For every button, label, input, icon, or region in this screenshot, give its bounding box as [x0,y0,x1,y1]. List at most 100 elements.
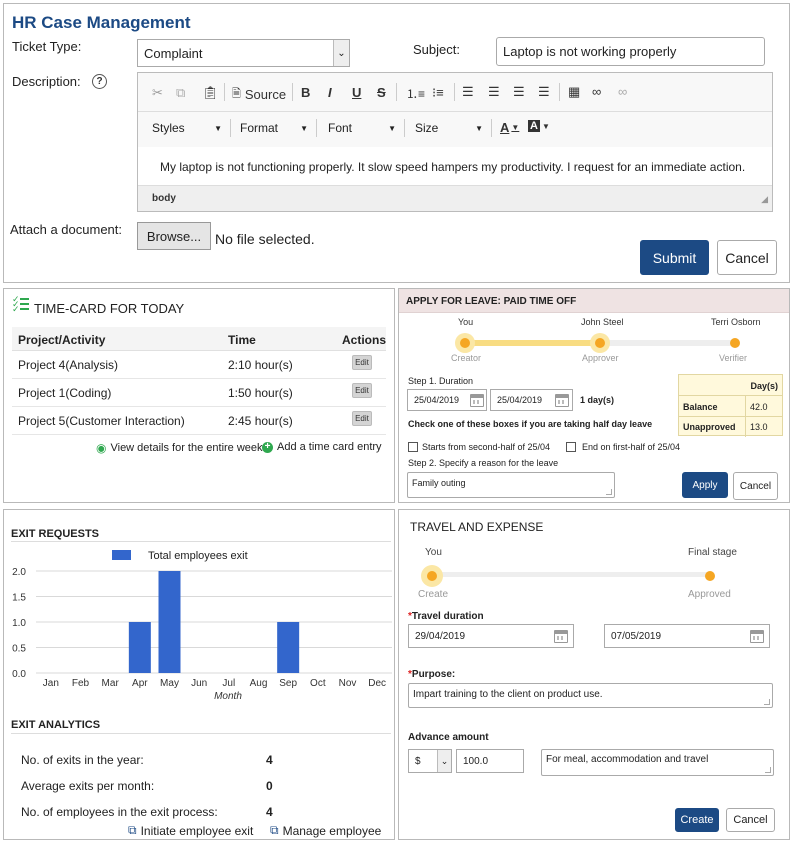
travel-title: TRAVEL AND EXPENSE [410,520,544,534]
paste-icon[interactable]: 📋︎ [202,85,219,101]
leave-to-input[interactable]: 25/04/2019 [490,389,573,411]
create-button[interactable]: Create [675,808,719,832]
purpose-textarea[interactable]: Impart training to the client on product… [408,683,773,708]
leave-cancel-button[interactable]: Cancel [733,472,778,500]
apply-button[interactable]: Apply [682,472,728,498]
timecard-header: Project/Activity Time Actions [12,327,386,351]
workflow-progress [465,340,600,346]
plus-circle-icon: + [262,441,273,453]
first-half-checkbox[interactable] [566,442,576,452]
reason-textarea[interactable]: Family outing [407,472,615,498]
step-dot [595,338,605,348]
currency-select[interactable]: $ ⌄ [408,749,452,773]
x-tick-label: Oct [310,678,326,689]
format-dropdown[interactable]: Format ▼ [240,121,308,135]
second-half-checkbox[interactable] [408,442,418,452]
unlink-icon[interactable]: ∞ [618,84,627,99]
strikethrough-icon[interactable]: S [377,85,386,100]
edit-button[interactable]: Edit [352,383,372,398]
x-tick-label: May [160,678,179,689]
step-role: Approver [582,353,619,363]
leave-from-input[interactable]: 25/04/2019 [407,389,487,411]
bullet-list-icon[interactable]: ⁝≡ [432,85,444,101]
submit-button[interactable]: Submit [640,240,709,275]
hr-case-panel: HR Case Management Ticket Type: Complain… [3,3,790,283]
step-role: Verifier [719,353,748,363]
leave-header: APPLY FOR LEAVE: PAID TIME OFF [399,289,789,313]
resize-handle-icon[interactable]: ◢ [761,194,768,205]
duration-label-text: Travel duration [411,611,484,622]
caret-icon: ▼ [388,123,396,133]
x-tick-label: Feb [72,678,90,689]
bold-icon[interactable]: B [301,85,310,100]
italic-icon[interactable]: I [328,85,332,100]
step-who: You [458,317,474,327]
time-cell: 1:50 hour(s) [228,386,293,400]
element-path: body [152,193,176,204]
chevron-down-icon: ⌄ [333,40,349,66]
advance-label: Advance amount [408,732,489,743]
size-dropdown[interactable]: Size ▼ [415,121,483,135]
external-link-icon: ⧉ [270,823,279,837]
amount-input[interactable]: 100.0 [456,749,524,773]
x-tick-label: Nov [339,678,357,689]
edit-button[interactable]: Edit [352,411,372,426]
text-color-icon[interactable]: A ▼ [500,120,519,135]
align-center-icon[interactable]: ☰ [488,84,500,100]
stat-label: No. of exits in the year: [21,753,144,767]
x-axis-label: Month [214,691,242,702]
cut-icon[interactable]: ✂ [152,85,163,101]
external-link-icon: ⧉ [128,823,137,837]
table-row: Project 1(Coding) 1:50 hour(s) Edit [12,379,386,407]
manage-employee-link[interactable]: ⧉ Manage employee [270,823,381,838]
advance-note-textarea[interactable]: For meal, accommodation and travel [541,749,774,776]
justify-icon[interactable]: ☰ [538,84,550,100]
y-tick-label: 0.5 [12,644,26,655]
table-icon[interactable]: ▦ [568,84,580,100]
add-entry-link[interactable]: + Add a time card entry [262,441,382,453]
travel-track [433,572,713,577]
bar [277,622,300,673]
browse-button[interactable]: Browse... [137,222,211,250]
ticket-type-select[interactable]: Complaint ⌄ [137,39,350,67]
font-label: Font [328,121,353,135]
cancel-button[interactable]: Cancel [717,240,777,275]
description-label: Description: [12,74,81,89]
bg-color-icon[interactable]: A ▼ [528,120,550,132]
col-project: Project/Activity [18,333,106,347]
underline-icon[interactable]: U [352,85,361,100]
step-who: Final stage [688,547,737,558]
align-right-icon[interactable]: ☰ [513,84,525,100]
project-cell: Project 5(Customer Interaction) [18,414,185,428]
travel-from-input[interactable]: 29/04/2019 [408,624,574,648]
travel-to-input[interactable]: 07/05/2019 [604,624,770,648]
source-icon: 🗎︎ [232,88,241,100]
editor-content[interactable]: My laptop is not functioning properly. I… [138,147,772,185]
y-tick-label: 1.5 [12,593,26,604]
view-week-link[interactable]: ◉ View details for the entire week [96,441,263,455]
size-label: Size [415,121,439,135]
initiate-exit-link[interactable]: ⧉ Initiate employee exit [128,823,253,838]
chevron-down-icon: ⌄ [437,750,451,772]
travel-panel: TRAVEL AND EXPENSE You Final stage Creat… [398,509,790,840]
x-tick-label: Mar [102,678,120,689]
edit-button[interactable]: Edit [352,355,372,370]
eye-icon: ◉ [96,441,107,455]
step1-label: Step 1. Duration [408,376,474,386]
advance-note-value: For meal, accommodation and travel [546,754,709,765]
source-button[interactable]: 🗎︎ Source [232,85,286,104]
time-cell: 2:10 hour(s) [228,358,293,372]
balance-value: 42.0 [750,402,768,412]
help-icon[interactable]: ? [92,74,107,89]
link-icon[interactable]: ∞ [592,84,601,99]
calendar-icon [750,630,764,643]
align-left-icon[interactable]: ☰ [462,84,474,100]
numbered-list-icon[interactable]: ⒈≡ [406,85,425,102]
subject-input[interactable]: Laptop is not working properly [496,37,765,66]
font-dropdown[interactable]: Font ▼ [328,121,396,135]
travel-cancel-button[interactable]: Cancel [726,808,775,832]
styles-dropdown[interactable]: Styles ▼ [152,121,222,135]
checklist-icon: ✓ ✓ ✓ [12,295,30,314]
copy-icon[interactable]: ⧉ [176,85,185,101]
half-day-note: Check one of these boxes if you are taki… [408,419,653,429]
